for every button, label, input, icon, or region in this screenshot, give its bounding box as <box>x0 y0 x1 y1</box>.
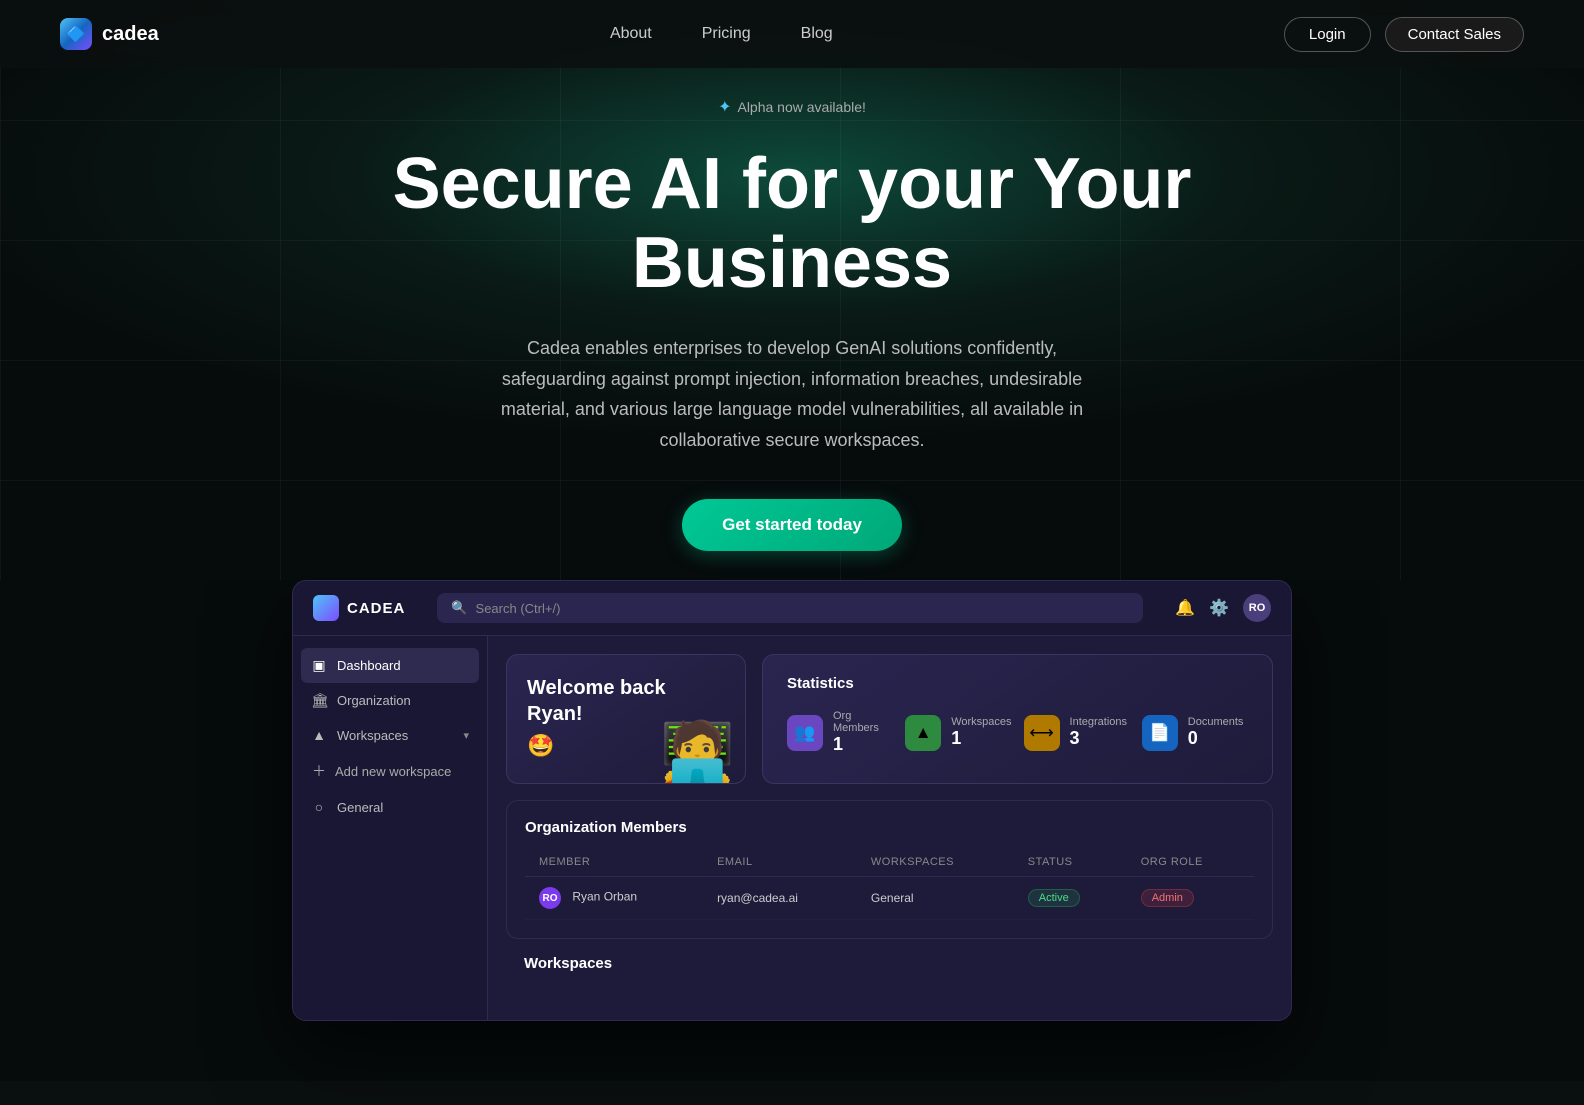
member-name: Ryan Orban <box>572 890 637 904</box>
table-row: RO Ryan Orban ryan@cadea.ai General Acti… <box>525 877 1254 920</box>
col-workspaces: Workspaces <box>857 848 1014 877</box>
welcome-illustration: 🧑‍💻 <box>660 723 735 783</box>
member-email-cell: ryan@cadea.ai <box>703 877 857 920</box>
integrations-label: Integrations <box>1070 716 1127 728</box>
sidebar-label-organization: Organization <box>337 693 411 708</box>
top-row: Welcome back Ryan! 🤩 🧑‍💻 Statistics 👥 <box>506 654 1273 784</box>
stat-org-members: 👥 Org Members 1 <box>787 710 893 755</box>
search-bar[interactable]: 🔍 Search (Ctrl+/) <box>437 593 1143 623</box>
workspaces-icon: ▲ <box>311 727 327 743</box>
hero-badge-text: Alpha now available! <box>737 99 865 115</box>
dashboard-wrapper: CADEA 🔍 Search (Ctrl+/) 🔔 ⚙️ RO ▣ Dashbo… <box>0 580 1584 1081</box>
nav-link-blog[interactable]: Blog <box>801 25 833 42</box>
hero-title: Secure AI for your Your Business <box>393 145 1192 303</box>
navbar: 🔷 cadea About Pricing Blog Login Contact… <box>0 0 1584 68</box>
sidebar-item-organization[interactable]: 🏛 Organization <box>293 683 487 718</box>
workspaces-label: Workspaces <box>951 716 1011 728</box>
logo-icon: 🔷 <box>60 18 92 50</box>
nav-link-pricing[interactable]: Pricing <box>702 25 751 42</box>
dashboard-icon: ▣ <box>311 657 327 674</box>
dashboard-card: CADEA 🔍 Search (Ctrl+/) 🔔 ⚙️ RO ▣ Dashbo… <box>292 580 1292 1021</box>
documents-value: 0 <box>1188 728 1244 749</box>
hero-badge: ✦ Alpha now available! <box>718 97 866 117</box>
sidebar-label-add-workspace: Add new workspace <box>335 764 451 779</box>
workspaces-stat-icon: ▲ <box>905 715 941 751</box>
col-role: Org Role <box>1127 848 1254 877</box>
general-icon: ○ <box>311 799 327 815</box>
hero-section: ✦ Alpha now available! Secure AI for you… <box>0 0 1584 580</box>
col-member: Member <box>525 848 703 877</box>
dash-header-actions: 🔔 ⚙️ RO <box>1175 594 1271 622</box>
workspaces-section: Workspaces <box>506 955 1273 1002</box>
org-members-value: 1 <box>833 734 893 755</box>
sparkle-icon: ✦ <box>718 97 731 117</box>
members-table: Member Email Workspaces Status Org Role <box>525 848 1254 920</box>
sidebar-item-dashboard[interactable]: ▣ Dashboard <box>301 648 479 683</box>
dashboard-main: Welcome back Ryan! 🤩 🧑‍💻 Statistics 👥 <box>488 636 1291 1020</box>
notification-icon[interactable]: 🔔 <box>1175 598 1195 618</box>
settings-icon[interactable]: ⚙️ <box>1209 598 1229 618</box>
org-members-icon: 👥 <box>787 715 823 751</box>
members-table-wrap: Member Email Workspaces Status Org Role <box>525 848 1254 920</box>
status-badge: Active <box>1028 889 1080 907</box>
nav-logo[interactable]: 🔷 cadea <box>60 18 159 50</box>
stats-card: Statistics 👥 Org Members 1 ▲ <box>762 654 1273 784</box>
workspaces-value: 1 <box>951 728 1011 749</box>
sidebar: ▣ Dashboard 🏛 Organization ▲ Workspaces … <box>293 636 488 1020</box>
col-email: Email <box>703 848 857 877</box>
sidebar-item-general[interactable]: ○ General <box>293 790 487 824</box>
dash-logo-text: CADEA <box>347 600 405 617</box>
dash-logo-icon <box>313 595 339 621</box>
member-status-cell: Active <box>1014 877 1127 920</box>
sidebar-item-workspaces[interactable]: ▲ Workspaces ▾ <box>293 718 487 752</box>
nav-actions: Login Contact Sales <box>1284 17 1524 52</box>
integrations-value: 3 <box>1070 728 1127 749</box>
members-card-inner: Organization Members Member Email Worksp… <box>507 801 1272 938</box>
get-started-button[interactable]: Get started today <box>682 499 902 551</box>
add-icon: ＋ <box>311 761 327 781</box>
workspaces-title: Workspaces <box>524 955 1255 972</box>
org-members-label: Org Members <box>833 710 893 734</box>
member-avatar: RO <box>539 887 561 909</box>
sidebar-label-general: General <box>337 800 383 815</box>
search-placeholder: Search (Ctrl+/) <box>476 601 561 616</box>
nav-links: About Pricing Blog <box>610 25 833 43</box>
documents-label: Documents <box>1188 716 1244 728</box>
members-title: Organization Members <box>525 819 1254 836</box>
chevron-down-icon: ▾ <box>463 729 469 742</box>
member-role-cell: Admin <box>1127 877 1254 920</box>
documents-icon: 📄 <box>1142 715 1178 751</box>
table-header-row: Member Email Workspaces Status Org Role <box>525 848 1254 877</box>
dashboard-topbar: CADEA 🔍 Search (Ctrl+/) 🔔 ⚙️ RO <box>293 581 1291 636</box>
organization-icon: 🏛 <box>311 692 327 709</box>
nav-logo-text: cadea <box>102 23 159 46</box>
col-status: Status <box>1014 848 1127 877</box>
welcome-card: Welcome back Ryan! 🤩 🧑‍💻 <box>506 654 746 784</box>
sidebar-label-dashboard: Dashboard <box>337 658 401 673</box>
stat-integrations: ⟷ Integrations 3 <box>1024 710 1130 755</box>
dash-logo: CADEA <box>313 595 405 621</box>
sidebar-label-workspaces: Workspaces <box>337 728 408 743</box>
integrations-icon: ⟷ <box>1024 715 1060 751</box>
stat-documents: 📄 Documents 0 <box>1142 710 1248 755</box>
member-workspace-cell: General <box>857 877 1014 920</box>
user-avatar[interactable]: RO <box>1243 594 1271 622</box>
sidebar-item-add-workspace[interactable]: ＋ Add new workspace <box>293 752 487 790</box>
dashboard-body: ▣ Dashboard 🏛 Organization ▲ Workspaces … <box>293 636 1291 1020</box>
stats-grid: 👥 Org Members 1 ▲ Workspaces <box>787 710 1248 755</box>
role-badge: Admin <box>1141 889 1194 907</box>
member-name-cell: RO Ryan Orban <box>525 877 703 920</box>
contact-sales-button[interactable]: Contact Sales <box>1385 17 1524 52</box>
search-icon: 🔍 <box>451 600 467 616</box>
login-button[interactable]: Login <box>1284 17 1371 52</box>
members-card: Organization Members Member Email Worksp… <box>506 800 1273 939</box>
stats-title: Statistics <box>787 675 1248 692</box>
stat-workspaces: ▲ Workspaces 1 <box>905 710 1011 755</box>
nav-link-about[interactable]: About <box>610 25 652 42</box>
hero-subtitle: Cadea enables enterprises to develop Gen… <box>492 333 1092 455</box>
